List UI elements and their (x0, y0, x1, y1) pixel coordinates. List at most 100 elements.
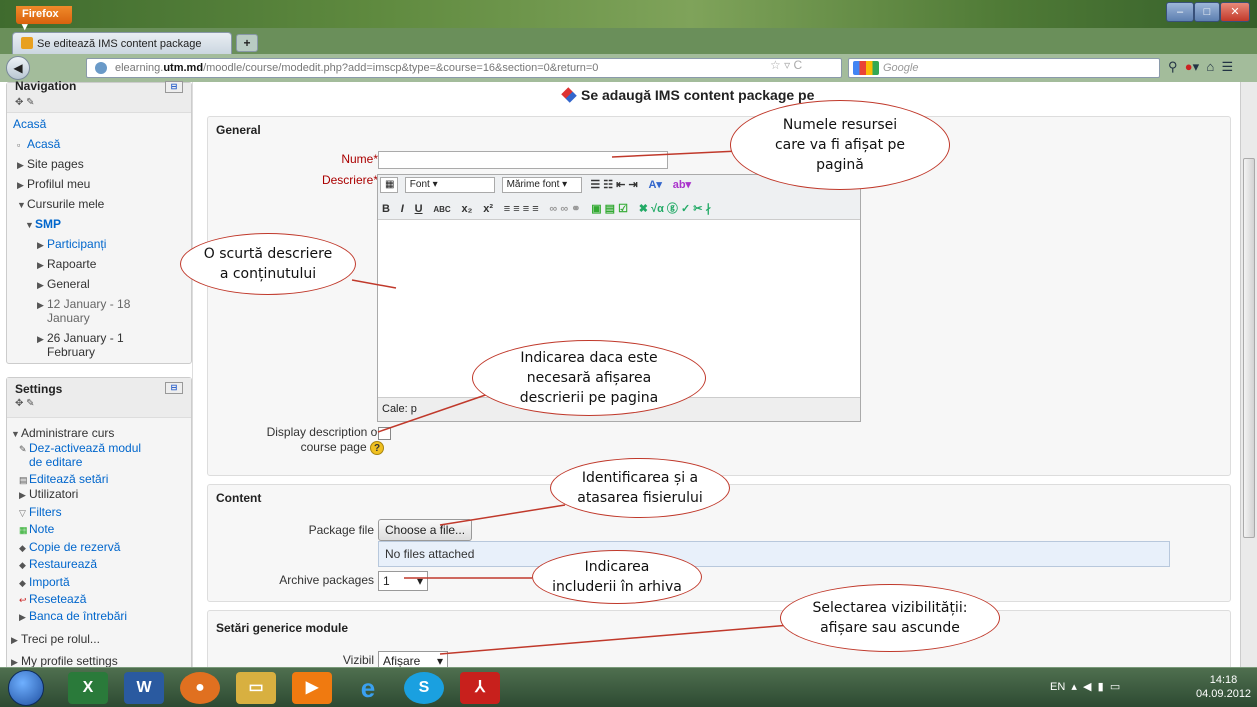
vertical-scrollbar[interactable] (1240, 82, 1257, 667)
dock-icon[interactable]: ⊟ (165, 81, 183, 93)
nav-profile[interactable]: ▶ Profilul meu (17, 177, 90, 191)
link-icons[interactable]: ∞ ∞ ⚭ (549, 202, 580, 215)
toolbar-icons[interactable]: ⚲ ●▾ ⌂ ☰ (1168, 59, 1233, 75)
minimize-button[interactable]: – (1166, 2, 1194, 22)
font-size-select[interactable]: Mărime font ▾ (501, 177, 582, 193)
settings-switch-role[interactable]: ▶ Treci pe rolul... (11, 632, 100, 646)
archive-packages-select[interactable]: 1 ▾ (378, 571, 428, 591)
align-icons[interactable]: ≡ ≡ ≡ ≡ (504, 203, 539, 215)
close-button[interactable]: ✕ (1220, 2, 1250, 22)
description-label-text: Descriere (321, 173, 374, 187)
nav-my-courses[interactable]: ▼Cursurile mele (17, 197, 104, 211)
move-icon[interactable]: ✥ ✎ (15, 398, 35, 409)
volume-icon[interactable]: ◀ (1083, 681, 1091, 693)
choose-file-button[interactable]: Choose a file... (378, 519, 473, 541)
folder-icon[interactable]: ▭ (236, 672, 276, 704)
highlight-icon[interactable]: ab▾ (673, 178, 691, 191)
new-tab-button[interactable]: + (236, 34, 258, 52)
settings-edit-settings[interactable]: ▤Editează setări (19, 472, 108, 486)
package-icon (561, 87, 577, 103)
settings-edit-off[interactable]: ✎ Dez-activează modul de editare (19, 442, 141, 469)
settings-import-label: Importă (29, 575, 70, 589)
navigation-block-title: Navigation (15, 79, 77, 93)
nav-course-smp[interactable]: ▼SMP (25, 217, 61, 231)
scrollbar-thumb[interactable] (1243, 158, 1255, 538)
settings-filters[interactable]: ▽ Filters (19, 505, 62, 519)
settings-import[interactable]: ◆ Importă (19, 575, 70, 589)
nav-general[interactable]: ▶ General (37, 277, 90, 291)
network-icon[interactable]: ▮ (1098, 681, 1104, 693)
settings-backup-label: Copie de rezervă (29, 540, 121, 554)
editor-toolbar-row2: B I U ABC x₂ x² ≡ ≡ ≡ ≡ ∞ ∞ ⚭ ▣ ▤ ☑ ✖ √α… (378, 197, 860, 219)
callout-file: Identificarea și a atasarea fisierului (550, 458, 730, 518)
clock[interactable]: 14:18 04.09.2012 (1196, 673, 1251, 701)
grades-icon: ▦ (19, 525, 28, 535)
firefox-icon[interactable]: ● (180, 672, 220, 704)
browser-tab[interactable]: Se editează IMS content package (12, 32, 232, 54)
internet-explorer-icon[interactable]: e (348, 672, 388, 704)
media-icons[interactable]: ▣ ▤ ☑ (591, 202, 628, 215)
nav-week-2[interactable]: ▶ 26 January - 1 February (37, 331, 124, 359)
search-icon[interactable]: ⚲ (1168, 59, 1178, 74)
settings-question-bank[interactable]: ▶ Banca de întrebări (19, 609, 127, 623)
media-player-icon[interactable]: ▶ (292, 672, 332, 704)
action-center-icon[interactable]: ▭ (1110, 681, 1120, 693)
backup-icon: ◆ (19, 543, 26, 553)
settings-my-profile[interactable]: ▶ My profile settings (11, 654, 118, 668)
word-icon[interactable]: W (124, 672, 164, 704)
nav-week-1[interactable]: ▶ 12 January - 18 January (37, 297, 130, 325)
bookmark-star-icon[interactable]: ☆ ▿ C (770, 58, 802, 72)
url-bar[interactable]: elearning.utm.md/moodle/course/modedit.p… (86, 58, 842, 78)
toolbar-toggle-icon[interactable]: ▦ (380, 177, 398, 193)
home-icon[interactable]: ⌂ (1206, 59, 1214, 74)
package-file-label: Package file (308, 523, 374, 537)
display-description-checkbox[interactable] (378, 427, 391, 440)
italic-icon[interactable]: I (401, 203, 404, 215)
nav-site-pages[interactable]: ▶ Site pages (17, 157, 84, 171)
module-settings-legend: Setări generice module (216, 621, 349, 635)
font-select[interactable]: Font ▾ (404, 177, 495, 193)
settings-reset[interactable]: ↩ Resetează (19, 592, 86, 606)
settings-users[interactable]: ▶ Utilizatori (19, 487, 78, 501)
strikethrough-icon[interactable]: ABC (433, 205, 450, 214)
dock-icon[interactable]: ⊟ (165, 382, 183, 394)
page-title-text: Se adaugă IMS content package pe (581, 87, 815, 103)
move-icon[interactable]: ✥ ✎ (15, 97, 35, 108)
nav-home-top[interactable]: Acasă (13, 117, 46, 131)
menu-icon[interactable]: ☰ (1221, 59, 1233, 74)
settings-grades[interactable]: ▦Note (19, 522, 54, 536)
nav-home-label: Acasă (27, 137, 61, 151)
firefox-menu-button[interactable]: Firefox ▾ (16, 6, 72, 33)
excel-icon[interactable]: X (68, 672, 108, 704)
nav-profile-label: Profilul meu (27, 177, 91, 191)
acrobat-icon[interactable]: ⅄ (460, 672, 500, 704)
expand-arrow-icon: ▶ (17, 160, 24, 170)
system-tray[interactable]: EN ▴ ◀ ▮ ▭ (1050, 680, 1120, 693)
math-icons[interactable]: ✖ √α ⓖ ✓ ✂ ∤ (639, 200, 711, 216)
nav-home[interactable]: ▫ Acasă (17, 137, 60, 151)
search-bar[interactable]: Google (848, 58, 1160, 78)
expand-arrow-icon: ▶ (17, 180, 24, 190)
adblock-icon[interactable]: ● (1185, 59, 1193, 74)
help-icon[interactable]: ? (370, 441, 384, 455)
list-icons[interactable]: ☰ ☷ ⇤ ⇥ (590, 178, 637, 191)
skype-icon[interactable]: S (404, 672, 444, 704)
subscript-icon[interactable]: x₂ (461, 203, 472, 215)
nav-week-2-line2: February (47, 345, 96, 359)
back-arrow-icon[interactable]: ◀ (6, 56, 30, 80)
text-color-icon[interactable]: A▾ (648, 178, 661, 191)
name-input[interactable] (378, 151, 668, 169)
underline-icon[interactable]: U (415, 203, 423, 215)
google-icon (853, 61, 879, 75)
nav-week-1-line1: 12 January - 18 (47, 297, 131, 311)
settings-restore[interactable]: ◆ Restaurează (19, 557, 97, 571)
settings-course-admin[interactable]: ▼Administrare curs (11, 426, 114, 440)
superscript-icon[interactable]: x² (483, 203, 493, 215)
nav-reports[interactable]: ▶ Rapoarte (37, 257, 96, 271)
maximize-button[interactable]: □ (1194, 2, 1220, 22)
start-button[interactable] (8, 670, 44, 706)
bold-icon[interactable]: B (382, 203, 390, 215)
nav-participants[interactable]: ▶ Participanți (37, 237, 106, 251)
settings-backup[interactable]: ◆ Copie de rezervă (19, 540, 120, 554)
expand-arrow-icon: ▶ (19, 490, 26, 500)
